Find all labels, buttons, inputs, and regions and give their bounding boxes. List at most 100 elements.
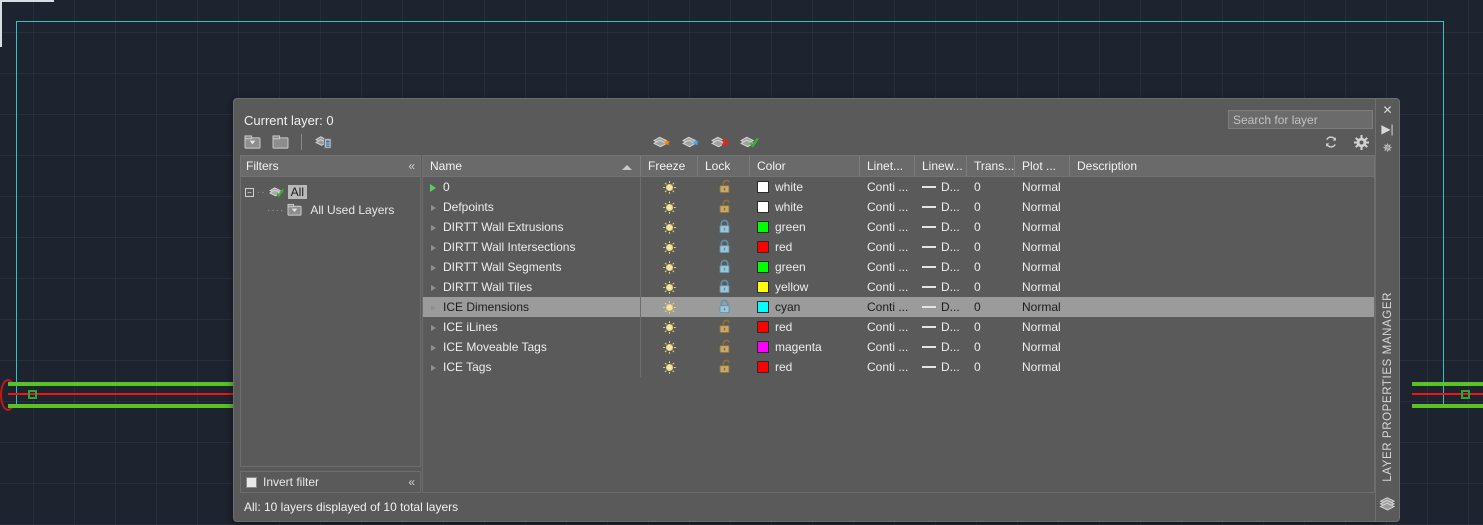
layer-row[interactable]: DIRTT Wall Segments green Conti ... D... 0 No… xyxy=(423,257,1374,277)
freeze-cell[interactable] xyxy=(641,220,698,235)
layer-name-cell[interactable]: DIRTT Wall Intersections xyxy=(423,237,641,257)
plot-style-cell[interactable]: Normal xyxy=(1015,220,1070,234)
transparency-cell[interactable]: 0 xyxy=(967,340,1015,354)
lock-cell[interactable] xyxy=(698,219,750,235)
linetype-cell[interactable]: Conti ... xyxy=(860,200,915,214)
layer-status-off-icon[interactable] xyxy=(430,303,439,312)
lineweight-cell[interactable]: D... xyxy=(915,360,967,374)
tree-expander-icon[interactable]: − xyxy=(245,187,254,197)
layer-name-cell[interactable]: Defpoints xyxy=(423,197,641,217)
plot-style-cell[interactable]: Normal xyxy=(1015,240,1070,254)
refresh-icon[interactable] xyxy=(1321,133,1341,151)
layer-states-manager-icon[interactable] xyxy=(313,133,333,151)
lock-cell[interactable] xyxy=(698,359,750,375)
color-cell[interactable]: white xyxy=(750,200,860,214)
column-header-color[interactable]: Color xyxy=(750,156,860,176)
layer-name-cell[interactable]: DIRTT Wall Extrusions xyxy=(423,217,641,237)
color-swatch[interactable] xyxy=(757,341,769,353)
new-group-filter-icon[interactable] xyxy=(270,133,290,151)
color-cell[interactable]: cyan xyxy=(750,300,860,314)
lock-cell[interactable] xyxy=(698,339,750,355)
color-swatch[interactable] xyxy=(757,361,769,373)
lineweight-cell[interactable]: D... xyxy=(915,300,967,314)
palette-anchor-bar[interactable]: ✕ ▶| ✵ LAYER PROPERTIES MANAGER xyxy=(1375,98,1400,522)
layer-status-off-icon[interactable] xyxy=(430,343,439,352)
layer-row[interactable]: DIRTT Wall Extrusions green Conti ... D... 0… xyxy=(423,217,1374,237)
filter-toolbar[interactable] xyxy=(242,133,333,151)
lineweight-cell[interactable]: D... xyxy=(915,200,967,214)
transparency-cell[interactable]: 0 xyxy=(967,320,1015,334)
color-cell[interactable]: red xyxy=(750,240,860,254)
new-layer-icon[interactable] xyxy=(653,133,673,151)
freeze-cell[interactable] xyxy=(641,200,698,215)
layer-name-cell[interactable]: DIRTT Wall Segments xyxy=(423,257,641,277)
layer-status-off-icon[interactable] xyxy=(430,283,439,292)
lock-cell[interactable] xyxy=(698,199,750,215)
plot-style-cell[interactable]: Normal xyxy=(1015,200,1070,214)
color-cell[interactable]: red xyxy=(750,360,860,374)
column-header-transparency[interactable]: Trans... xyxy=(967,156,1015,176)
lineweight-cell[interactable]: D... xyxy=(915,320,967,334)
filter-tree-item-all-used-layers[interactable]: ···· All Used Layers xyxy=(245,201,416,219)
layer-list-header[interactable]: Name Freeze Lock Color Linet... Linew... Trans… xyxy=(422,155,1375,177)
column-header-linetype[interactable]: Linet... xyxy=(860,156,915,176)
color-swatch[interactable] xyxy=(757,261,769,273)
linetype-cell[interactable]: Conti ... xyxy=(860,240,915,254)
delete-layer-icon[interactable] xyxy=(711,133,731,151)
close-icon[interactable]: ✕ xyxy=(1382,104,1392,116)
freeze-cell[interactable] xyxy=(641,320,698,335)
layer-status-off-icon[interactable] xyxy=(430,263,439,272)
transparency-cell[interactable]: 0 xyxy=(967,180,1015,194)
freeze-cell[interactable] xyxy=(641,360,698,375)
wall-assembly-left[interactable] xyxy=(0,379,233,411)
column-header-plot_style[interactable]: Plot ... xyxy=(1015,156,1070,176)
lineweight-cell[interactable]: D... xyxy=(915,260,967,274)
color-swatch[interactable] xyxy=(757,181,769,193)
settings-gear-icon[interactable] xyxy=(1351,133,1371,151)
transparency-cell[interactable]: 0 xyxy=(967,240,1015,254)
lineweight-cell[interactable]: D... xyxy=(915,340,967,354)
plot-style-cell[interactable]: Normal xyxy=(1015,280,1070,294)
color-cell[interactable]: green xyxy=(750,260,860,274)
lock-cell[interactable] xyxy=(698,179,750,195)
layer-properties-manager-palette[interactable]: Current layer: 0 Search for layer Filter… xyxy=(233,98,1400,522)
freeze-cell[interactable] xyxy=(641,260,698,275)
lock-cell[interactable] xyxy=(698,279,750,295)
lock-cell[interactable] xyxy=(698,299,750,315)
layer-row[interactable]: 0 white Conti ... D... 0 Normal xyxy=(423,177,1374,197)
layers-stack-icon[interactable] xyxy=(1378,495,1397,516)
wall-assembly-right[interactable] xyxy=(1412,379,1483,411)
plot-style-cell[interactable]: Normal xyxy=(1015,340,1070,354)
color-swatch[interactable] xyxy=(757,241,769,253)
lock-cell[interactable] xyxy=(698,239,750,255)
lock-cell[interactable] xyxy=(698,319,750,335)
plot-style-cell[interactable]: Normal xyxy=(1015,360,1070,374)
layer-name-cell[interactable]: DIRTT Wall Tiles xyxy=(423,277,641,297)
lineweight-cell[interactable]: D... xyxy=(915,280,967,294)
layer-status-off-icon[interactable] xyxy=(430,363,439,372)
plot-style-cell[interactable]: Normal xyxy=(1015,180,1070,194)
column-header-lineweight[interactable]: Linew... xyxy=(915,156,967,176)
lock-cell[interactable] xyxy=(698,259,750,275)
color-swatch[interactable] xyxy=(757,281,769,293)
layer-row[interactable]: Defpoints white Conti ... D... 0 Normal xyxy=(423,197,1374,217)
filter-tree-item-all[interactable]: − ·· All xyxy=(245,183,416,201)
linetype-cell[interactable]: Conti ... xyxy=(860,260,915,274)
lineweight-cell[interactable]: D... xyxy=(915,220,967,234)
linetype-cell[interactable]: Conti ... xyxy=(860,340,915,354)
color-cell[interactable]: red xyxy=(750,320,860,334)
layer-row[interactable]: ICE Dimensions cyan Conti ... D... 0 Normal xyxy=(423,297,1374,317)
column-header-freeze[interactable]: Freeze xyxy=(641,156,698,176)
linetype-cell[interactable]: Conti ... xyxy=(860,220,915,234)
lineweight-cell[interactable]: D... xyxy=(915,240,967,254)
layer-status-off-icon[interactable] xyxy=(430,323,439,332)
transparency-cell[interactable]: 0 xyxy=(967,300,1015,314)
linetype-cell[interactable]: Conti ... xyxy=(860,300,915,314)
layer-row[interactable]: DIRTT Wall Tiles yellow Conti ... D... 0 Norm… xyxy=(423,277,1374,297)
color-cell[interactable]: yellow xyxy=(750,280,860,294)
color-cell[interactable]: green xyxy=(750,220,860,234)
freeze-cell[interactable] xyxy=(641,280,698,295)
transparency-cell[interactable]: 0 xyxy=(967,200,1015,214)
plot-style-cell[interactable]: Normal xyxy=(1015,300,1070,314)
new-property-filter-icon[interactable] xyxy=(242,133,262,151)
